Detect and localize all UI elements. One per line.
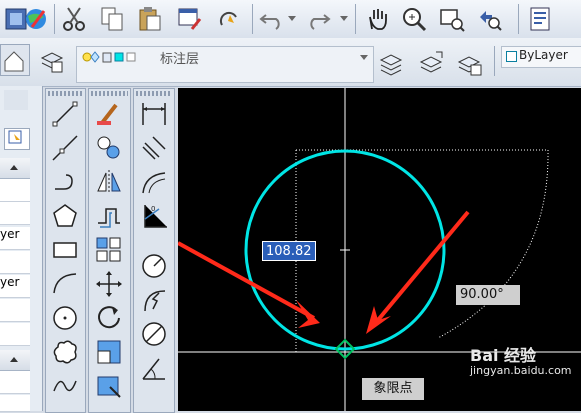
rectangle-icon[interactable] [49,235,81,265]
layer-states-icon[interactable] [36,46,68,78]
angle-arc [437,149,549,339]
aligned-dimension-icon[interactable] [138,133,170,163]
polyline-icon[interactable] [49,167,81,197]
zoom-window-icon[interactable] [436,3,468,35]
standard-toolbar [0,0,581,39]
redo-dropdown-icon[interactable] [339,10,349,26]
radius-dimension-icon[interactable] [138,251,170,281]
linear-dimension-icon[interactable] [138,99,170,129]
quick-select-icon[interactable] [8,130,24,144]
line-icon[interactable] [49,99,81,129]
property-row[interactable] [0,251,30,274]
ordinate-dimension-icon[interactable]: 0 [138,201,170,231]
rotate-icon[interactable] [93,303,125,333]
property-row[interactable] [0,202,30,225]
make-current-layer-icon[interactable] [376,48,408,80]
panel-grip [4,90,28,110]
watermark-url: jingyan.baidu.com [470,364,572,377]
property-row[interactable] [0,395,30,412]
array-icon[interactable] [93,235,125,265]
property-row[interactable] [0,299,30,322]
scale-icon[interactable] [93,337,125,367]
dimension-toolbar: 0 [133,88,175,413]
diameter-dimension-icon[interactable] [138,319,170,349]
collapse-icon [10,357,18,362]
mirror-icon[interactable] [93,167,125,197]
layer-isolate-icon[interactable] [454,48,486,80]
erase-icon[interactable] [93,99,125,129]
property-row[interactable]: yer [0,275,30,298]
copy-object-icon[interactable] [93,133,125,163]
property-row[interactable] [0,323,30,346]
layer-dropdown-arrow-icon[interactable] [359,49,369,65]
zoom-realtime-icon[interactable] [398,3,430,35]
svg-text:0: 0 [151,205,155,213]
zoom-previous-icon[interactable] [474,3,506,35]
snap-tooltip: 象限点 [362,378,424,400]
property-row[interactable] [0,179,30,202]
modify-toolbar [88,88,131,413]
copy-icon[interactable] [96,3,128,35]
layer-dropdown-lower [76,66,374,83]
current-layer-name: 标注层 [160,52,200,67]
angle-tooltip: 90.00° [456,285,520,305]
offset-icon[interactable] [93,201,125,231]
quick-select-icon[interactable] [214,3,246,35]
redo-icon[interactable] [302,3,334,35]
arc-length-icon[interactable] [138,167,170,197]
properties-icon[interactable] [524,3,556,35]
paste-icon[interactable] [134,3,166,35]
color-swatch [506,51,517,62]
arc-icon[interactable] [49,269,81,299]
annotation-arrows [178,210,470,334]
panel-section-header[interactable] [0,350,30,371]
undo-dropdown-icon[interactable] [287,10,297,26]
circle-icon[interactable] [49,303,81,333]
properties-panel: yer yer [0,86,43,412]
globe-icon[interactable] [20,3,52,35]
layer-previous-icon[interactable] [416,48,448,80]
undo-icon[interactable] [256,3,288,35]
construction-line-icon[interactable] [49,133,81,163]
jogged-dimension-icon[interactable] [138,285,170,315]
dimension-input[interactable]: 108.82 [262,241,316,261]
stretch-icon[interactable] [93,371,125,401]
layer-dropdown[interactable] [76,46,374,68]
revision-cloud-icon[interactable] [49,337,81,367]
cut-icon[interactable] [58,3,90,35]
collapse-icon [10,165,18,170]
move-icon[interactable] [93,269,125,299]
polygon-icon[interactable] [49,201,81,231]
angular-dimension-icon[interactable] [138,353,170,383]
spline-icon[interactable] [49,371,81,401]
panel-section-header[interactable] [0,158,30,179]
match-properties-icon[interactable] [174,3,206,35]
home-icon[interactable] [0,44,30,76]
draw-toolbar [45,88,86,413]
layer-state-icons [82,51,136,63]
property-row[interactable] [0,371,30,394]
color-label: ByLayer [519,48,568,62]
property-row[interactable]: yer [0,227,30,250]
pan-hand-icon[interactable] [362,3,394,35]
watermark-logo: Bai 经验 [470,346,537,365]
